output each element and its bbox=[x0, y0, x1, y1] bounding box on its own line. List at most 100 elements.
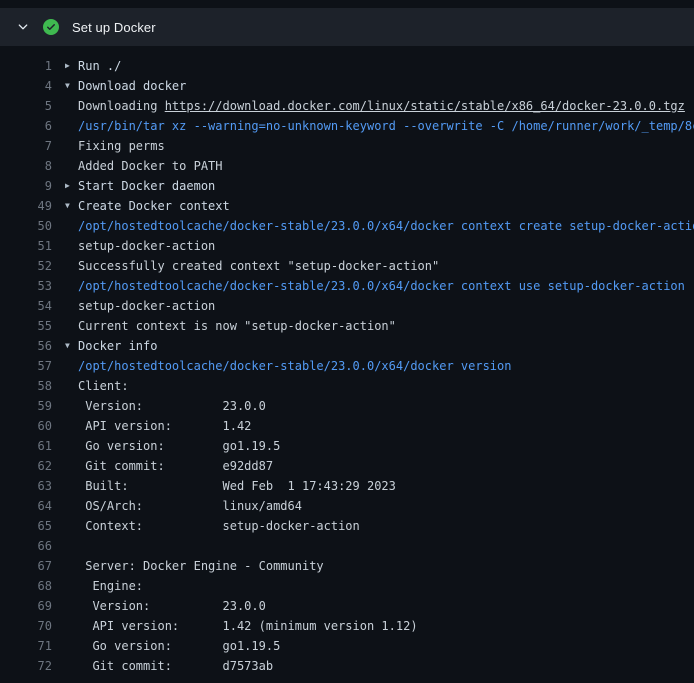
line-number[interactable]: 50 bbox=[0, 216, 52, 236]
gutter-spacer bbox=[65, 656, 78, 676]
log-text: Built: Wed Feb 1 17:43:29 2023 bbox=[78, 476, 396, 496]
line-number[interactable]: 1 bbox=[0, 56, 52, 76]
log-group-row[interactable]: 49 ▼Create Docker context bbox=[0, 196, 694, 216]
line-number[interactable]: 59 bbox=[0, 396, 52, 416]
log-line: 5 Downloading https://download.docker.com… bbox=[0, 96, 694, 116]
gutter-spacer bbox=[65, 556, 78, 576]
log-text: Client: bbox=[78, 376, 129, 396]
line-number[interactable]: 7 bbox=[0, 136, 52, 156]
line-number[interactable]: 56 bbox=[0, 336, 52, 356]
line-number[interactable]: 66 bbox=[0, 536, 52, 556]
gutter-spacer bbox=[65, 576, 78, 596]
log-group-row[interactable]: 9 ▶Start Docker daemon bbox=[0, 176, 694, 196]
log-link[interactable]: https://download.docker.com/linux/static… bbox=[165, 99, 685, 113]
log-text: Go version: go1.19.5 bbox=[78, 436, 280, 456]
log-text: API version: 1.42 bbox=[78, 416, 251, 436]
log-line: 55 Current context is now "setup-docker-a… bbox=[0, 316, 694, 336]
log-line: 57/opt/hostedtoolcache/docker-stable/23.… bbox=[0, 356, 694, 376]
gutter-spacer bbox=[65, 416, 78, 436]
log-text: Start Docker daemon bbox=[78, 176, 215, 196]
line-number[interactable]: 71 bbox=[0, 636, 52, 656]
line-number[interactable]: 52 bbox=[0, 256, 52, 276]
collapse-arrow-icon[interactable]: ▼ bbox=[65, 76, 78, 96]
gutter-spacer bbox=[65, 596, 78, 616]
chevron-down-icon[interactable] bbox=[16, 20, 30, 34]
log-line: 53/opt/hostedtoolcache/docker-stable/23.… bbox=[0, 276, 694, 296]
line-number[interactable]: 60 bbox=[0, 416, 52, 436]
gutter-spacer bbox=[65, 116, 78, 136]
step-header[interactable]: Set up Docker bbox=[0, 8, 694, 46]
success-check-icon bbox=[43, 19, 59, 35]
log-line: 7Fixing perms bbox=[0, 136, 694, 156]
step-title: Set up Docker bbox=[72, 20, 156, 35]
log-text: Git commit: d7573ab bbox=[78, 656, 273, 676]
command-text: /opt/hostedtoolcache/docker-stable/23.0.… bbox=[78, 216, 694, 236]
log-line: 6/usr/bin/tar xz --warning=no-unknown-ke… bbox=[0, 116, 694, 136]
gutter-spacer bbox=[65, 476, 78, 496]
log-line: 52Successfully created context "setup-do… bbox=[0, 256, 694, 276]
line-number[interactable]: 5 bbox=[0, 96, 52, 116]
line-number[interactable]: 70 bbox=[0, 616, 52, 636]
log-container: 1▶Run ./4▼Download docker5Downloading ht… bbox=[0, 46, 694, 676]
log-text: Git commit: e92dd87 bbox=[78, 456, 273, 476]
gutter-spacer bbox=[65, 396, 78, 416]
line-number[interactable]: 9 bbox=[0, 176, 52, 196]
line-number[interactable]: 8 bbox=[0, 156, 52, 176]
log-text: API version: 1.42 (minimum version 1.12) bbox=[78, 616, 418, 636]
log-line: 60 API version: 1.42 bbox=[0, 416, 694, 436]
log-line: 8Added Docker to PATH bbox=[0, 156, 694, 176]
collapse-arrow-icon[interactable]: ▼ bbox=[65, 196, 78, 216]
line-number[interactable]: 6 bbox=[0, 116, 52, 136]
line-number[interactable]: 49 bbox=[0, 196, 52, 216]
gutter-spacer bbox=[65, 256, 78, 276]
line-number[interactable]: 53 bbox=[0, 276, 52, 296]
collapse-arrow-icon[interactable]: ▼ bbox=[65, 336, 78, 356]
log-text: setup-docker-action bbox=[78, 296, 215, 316]
log-group-row[interactable]: 56▼Docker info bbox=[0, 336, 694, 356]
line-number[interactable]: 55 bbox=[0, 316, 52, 336]
log-lines: 1▶Run ./4▼Download docker5Downloading ht… bbox=[0, 56, 694, 676]
log-text: Go version: go1.19.5 bbox=[78, 636, 280, 656]
line-number[interactable]: 62 bbox=[0, 456, 52, 476]
log-text: Current context is now "setup-docker-act… bbox=[78, 316, 396, 336]
line-number[interactable]: 65 bbox=[0, 516, 52, 536]
gutter-spacer bbox=[65, 96, 78, 116]
log-line: 64 OS/Arch: linux/amd64 bbox=[0, 496, 694, 516]
gutter-spacer bbox=[65, 356, 78, 376]
command-text: /opt/hostedtoolcache/docker-stable/23.0.… bbox=[78, 356, 511, 376]
gutter-spacer bbox=[65, 316, 78, 336]
gutter-spacer bbox=[65, 136, 78, 156]
log-group-row[interactable]: 4▼Download docker bbox=[0, 76, 694, 96]
gutter-spacer bbox=[65, 496, 78, 516]
log-text: Version: 23.0.0 bbox=[78, 596, 266, 616]
line-number[interactable]: 4 bbox=[0, 76, 52, 96]
line-number[interactable]: 61 bbox=[0, 436, 52, 456]
expand-arrow-icon[interactable]: ▶ bbox=[65, 56, 78, 76]
log-text: Context: setup-docker-action bbox=[78, 516, 360, 536]
gutter-spacer bbox=[65, 456, 78, 476]
line-number[interactable]: 54 bbox=[0, 296, 52, 316]
line-number[interactable]: 67 bbox=[0, 556, 52, 576]
log-line: 51 setup-docker-action bbox=[0, 236, 694, 256]
line-number[interactable]: 57 bbox=[0, 356, 52, 376]
log-line: 72 Git commit: d7573ab bbox=[0, 656, 694, 676]
log-group-row[interactable]: 1▶Run ./ bbox=[0, 56, 694, 76]
log-text: setup-docker-action bbox=[78, 236, 215, 256]
line-number[interactable]: 64 bbox=[0, 496, 52, 516]
line-number[interactable]: 72 bbox=[0, 656, 52, 676]
log-text: Downloading https://download.docker.com/… bbox=[78, 96, 685, 116]
line-number[interactable]: 68 bbox=[0, 576, 52, 596]
gutter-spacer bbox=[65, 436, 78, 456]
line-number[interactable]: 63 bbox=[0, 476, 52, 496]
line-number[interactable]: 51 bbox=[0, 236, 52, 256]
line-number[interactable]: 69 bbox=[0, 596, 52, 616]
log-line: 71 Go version: go1.19.5 bbox=[0, 636, 694, 656]
gutter-spacer bbox=[65, 236, 78, 256]
expand-arrow-icon[interactable]: ▶ bbox=[65, 176, 78, 196]
line-number[interactable]: 58 bbox=[0, 376, 52, 396]
log-text: Server: Docker Engine - Community bbox=[78, 556, 324, 576]
gutter-spacer bbox=[65, 296, 78, 316]
log-text: Create Docker context bbox=[78, 196, 230, 216]
gutter-spacer bbox=[65, 616, 78, 636]
log-line: 61 Go version: go1.19.5 bbox=[0, 436, 694, 456]
